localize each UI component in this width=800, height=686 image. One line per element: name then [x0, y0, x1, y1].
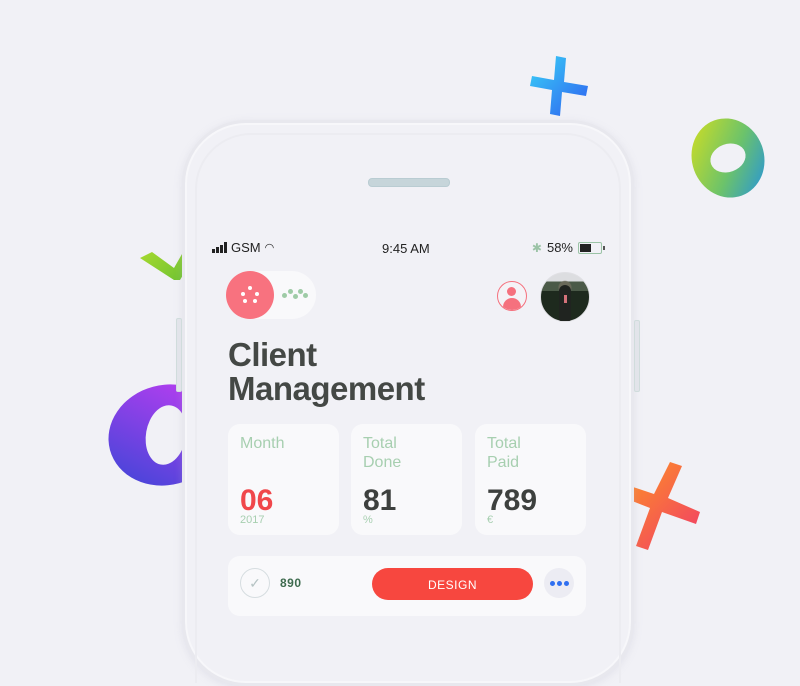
stat-sub: %	[363, 514, 373, 526]
battery-icon	[578, 241, 605, 254]
check-icon[interactable]: ✓	[240, 568, 270, 598]
page-title-line1: Client	[228, 336, 317, 373]
stat-card-total-done[interactable]: Total Done 81 %	[351, 424, 462, 535]
more-dots-icon[interactable]	[544, 568, 574, 598]
page-title: Client Management	[228, 338, 425, 406]
phone-speaker	[368, 178, 450, 187]
stat-label: Month	[240, 435, 285, 452]
design-tag-button[interactable]: DESIGN	[372, 568, 533, 600]
stat-sub: 2017	[240, 514, 265, 526]
stat-value: 06	[240, 484, 274, 517]
wifi-icon: ◠	[264, 242, 275, 254]
status-bar: GSM ◠ 9:45 AM ✱ 58%	[212, 240, 605, 258]
phone-side-button-right	[634, 320, 640, 392]
page-title-line2: Management	[228, 370, 425, 407]
stat-value: 81	[363, 484, 397, 517]
stat-card-month[interactable]: Month 06 2017	[228, 424, 339, 535]
bluetooth-icon: ✱	[531, 240, 542, 255]
carrier-label: GSM	[231, 240, 261, 255]
stat-sub: €	[487, 514, 494, 526]
battery-percent: 58%	[546, 240, 573, 255]
ring-green-3d-icon	[691, 118, 765, 198]
stat-card-total-paid[interactable]: Total Paid 789 €	[475, 424, 586, 535]
status-time: 9:45 AM	[382, 241, 430, 256]
stat-label: Total Paid	[487, 435, 521, 471]
user-circle-icon[interactable]	[497, 281, 527, 311]
stat-value: 789	[487, 484, 538, 517]
avatar[interactable]	[540, 272, 590, 322]
task-number: 890	[280, 576, 302, 590]
view-toggle[interactable]	[226, 271, 316, 319]
phone-side-button-left	[176, 318, 182, 392]
signal-bars-icon	[212, 242, 227, 253]
plus-3d-icon	[530, 56, 588, 116]
dots-flower-icon	[226, 271, 274, 319]
stat-label: Total Done	[363, 435, 402, 471]
task-row[interactable]: ✓ 890 DESIGN	[228, 556, 586, 616]
